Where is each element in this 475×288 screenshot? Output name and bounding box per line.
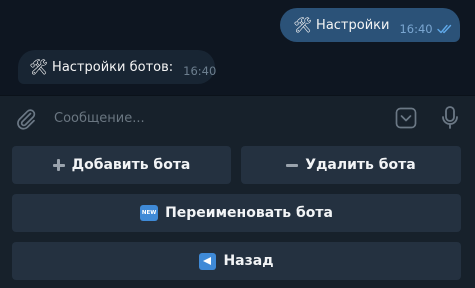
incoming-message[interactable]: 🛠 Настройки ботов: 16:40 <box>18 50 217 84</box>
back-button[interactable]: Назад <box>12 242 461 280</box>
plus-icon <box>52 159 65 171</box>
chat-history: 🛠 Настройки 16:40 🛠 Настройки ботов: 16:… <box>0 0 475 95</box>
message-time: 16:40 <box>399 22 433 36</box>
message-text: Настройки <box>316 17 390 33</box>
add-bot-label: Добавить бота <box>71 157 191 173</box>
remove-bot-button[interactable]: Удалить бота <box>241 146 461 184</box>
message-composer <box>0 95 475 140</box>
outgoing-message[interactable]: 🛠 Настройки 16:40 <box>280 8 460 42</box>
message-time: 16:40 <box>183 64 217 78</box>
new-badge-icon: NEW <box>140 205 159 221</box>
rename-bot-label: Переименовать бота <box>165 205 333 221</box>
back-label: Назад <box>223 253 274 269</box>
microphone-icon[interactable] <box>440 105 460 131</box>
double-check-icon <box>436 24 451 34</box>
back-arrow-icon <box>199 252 217 270</box>
minus-icon <box>286 159 299 171</box>
rename-bot-button[interactable]: NEW Переименовать бота <box>12 194 461 232</box>
tools-emoji-icon: 🛠 <box>293 15 313 34</box>
tools-emoji-icon: 🛠 <box>29 57 49 76</box>
paperclip-icon[interactable] <box>14 107 38 131</box>
remove-bot-label: Удалить бота <box>305 157 416 173</box>
add-bot-button[interactable]: Добавить бота <box>12 146 231 184</box>
message-text: Настройки ботов: <box>52 59 174 75</box>
bot-reply-keyboard: Добавить бота Удалить бота NEW Переимено… <box>0 140 475 288</box>
chevron-down-icon[interactable] <box>395 107 417 129</box>
message-input[interactable] <box>50 106 378 130</box>
